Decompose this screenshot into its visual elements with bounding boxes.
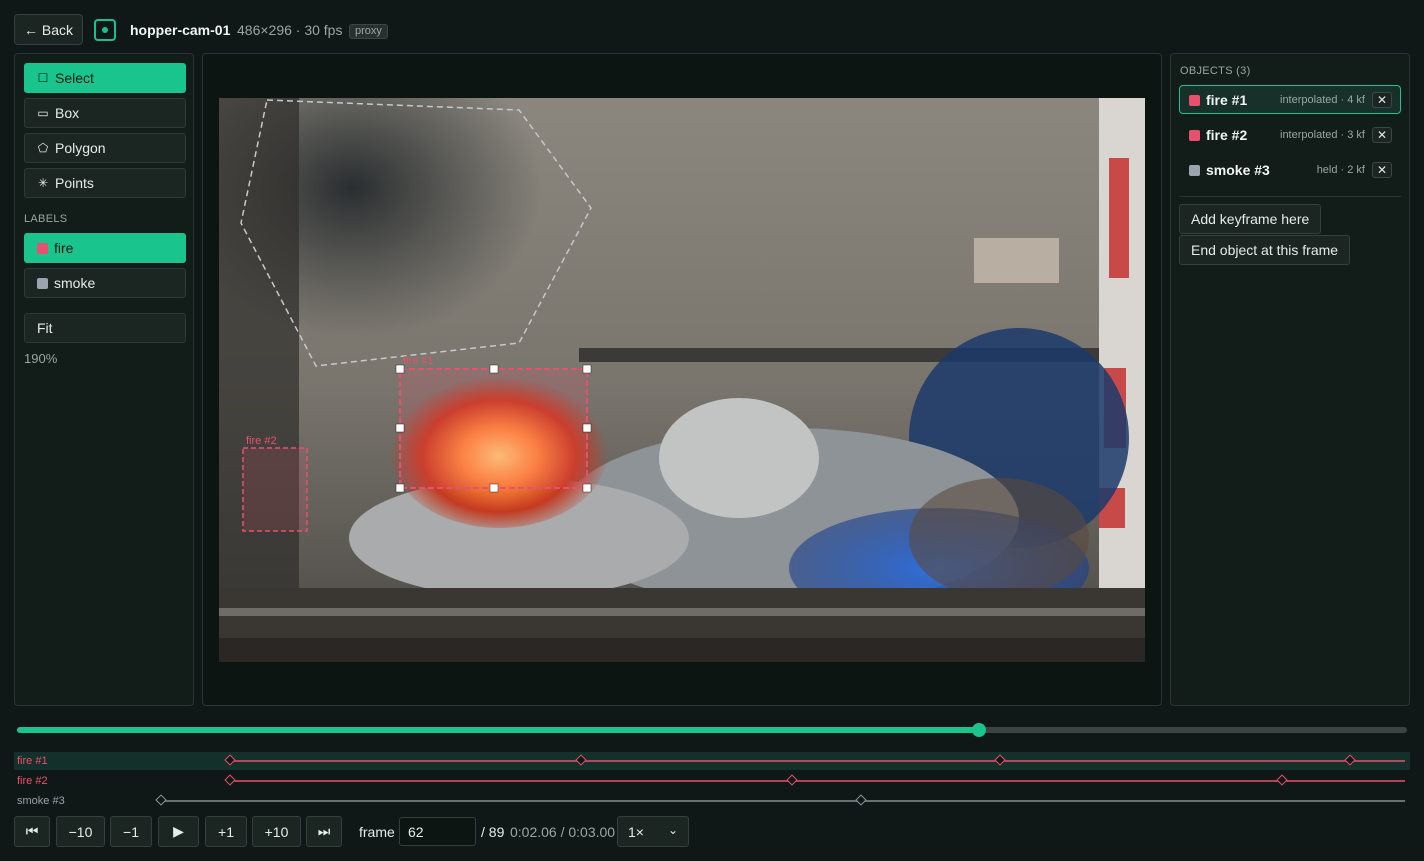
track-label: smoke #3 [17,795,65,807]
top-bar: ← Back hopper-cam-01 486×296 · 30 fps pr… [0,0,1424,50]
keyframe-marker[interactable] [575,754,587,766]
label-name: fire [54,240,74,256]
keyframe-marker[interactable] [855,794,868,806]
back-button[interactable]: ← Back [14,14,83,45]
back-1-button[interactable]: −1 [110,816,152,847]
asterisk-icon: ✳ [37,176,49,190]
video-frame-image: fire #2 fire #1 [219,98,1145,662]
fire-color-swatch [1189,130,1200,141]
keyframe-marker[interactable] [224,754,237,766]
fire-color-swatch [37,242,48,254]
video-title: hopper-cam-01 [130,22,231,38]
fire-2-canvas-label: fire #2 [246,435,277,447]
video-frame[interactable]: fire #2 fire #1 [219,98,1145,662]
canvas-panel: fire #2 fire #1 [202,53,1162,706]
speed-value: 1× [628,823,644,840]
frame-total: / 89 [481,824,505,840]
objects-panel: OBJECTS (3) fire #1 interpolated · 4 kf … [1170,53,1410,706]
track-line [230,780,1405,782]
keyframe-marker[interactable] [785,774,798,786]
track-line [160,800,1405,802]
timeline-scrubber[interactable] [17,723,1407,737]
tool-panel: ☐ Select ▭ Box ⬠ Polygon ✳ Points LABELS… [14,53,194,706]
points-tool-button[interactable]: ✳ Points [24,168,186,198]
square-select-icon: ☐ [37,71,49,85]
tool-label: Points [55,175,94,191]
fire-color-swatch [1189,95,1200,106]
frame-label: frame [359,824,395,840]
object-status: held · 2 kf [1316,164,1365,176]
fire-1-box-annotation[interactable] [399,368,588,489]
zoom-level: 190% [24,351,58,366]
smoke-color-swatch [37,277,48,289]
object-row-fire-2[interactable]: fire #2 interpolated · 3 kf ✕ [1179,120,1401,149]
forward-10-button[interactable]: +10 [252,816,301,847]
video-meta: 486×296 · 30 fps [237,22,343,38]
label-smoke-button[interactable]: smoke [24,268,186,298]
camera-focus-icon [94,19,116,41]
last-frame-button[interactable]: ⏭ [306,816,342,847]
object-status: interpolated · 3 kf [1280,129,1365,141]
track-label: fire #1 [17,755,48,767]
first-frame-button[interactable]: ⏮ [14,816,50,847]
label-name: smoke [54,275,96,291]
delete-object-button[interactable]: ✕ [1372,162,1392,178]
keyframe-marker[interactable] [154,794,167,806]
track-label: fire #2 [17,775,48,787]
tool-label: Select [55,70,94,86]
keyframe-marker[interactable] [224,774,237,786]
tool-label: Box [55,105,80,121]
time-readout: 0:02.06 / 0:03.00 [510,824,616,840]
add-keyframe-button[interactable]: Add keyframe here [1179,204,1322,234]
object-row-smoke-3[interactable]: smoke #3 held · 2 kf ✕ [1179,155,1401,184]
object-name: smoke #3 [1206,162,1270,178]
frame-input[interactable] [399,817,476,846]
delete-object-button[interactable]: ✕ [1372,127,1392,143]
end-object-button[interactable]: End object at this frame [1179,235,1351,265]
object-row-fire-1[interactable]: fire #1 interpolated · 4 kf ✕ [1179,85,1401,114]
fire-2-box-annotation[interactable] [242,447,308,532]
proxy-badge: proxy [349,24,388,39]
object-name: fire #1 [1206,92,1248,108]
label-fire-button[interactable]: fire [24,233,186,263]
polygon-tool-button[interactable]: ⬠ Polygon [24,133,186,163]
objects-header: OBJECTS (3) [1180,65,1251,77]
forward-1-button[interactable]: +1 [205,816,247,847]
keyframe-marker[interactable] [1275,774,1288,786]
keyframe-marker[interactable] [993,754,1006,766]
track-fire-1[interactable]: fire #1 [14,752,1410,770]
tool-label: Polygon [55,140,106,156]
fit-button[interactable]: Fit [24,313,186,343]
labels-header: LABELS [24,213,68,225]
track-line [230,760,1405,762]
playback-speed-select[interactable]: 1× ⌄ [617,816,689,847]
pentagon-icon: ⬠ [37,141,49,155]
object-name: fire #2 [1206,127,1248,143]
track-smoke-3[interactable]: smoke #3 [14,792,1410,810]
scrubber-progress [17,727,979,733]
box-tool-button[interactable]: ▭ Box [24,98,186,128]
divider [1179,196,1401,197]
back-10-button[interactable]: −10 [56,816,105,847]
play-button[interactable]: ▶ [158,816,199,847]
delete-object-button[interactable]: ✕ [1372,92,1392,108]
chevron-down-icon: ⌄ [667,823,678,837]
keyframe-marker[interactable] [1344,754,1356,766]
track-fire-2[interactable]: fire #2 [14,772,1410,790]
scrubber-handle[interactable] [971,723,986,737]
smoke-color-swatch [1189,165,1200,176]
object-status: interpolated · 4 kf [1280,94,1365,106]
rectangle-icon: ▭ [37,106,49,120]
select-tool-button[interactable]: ☐ Select [24,63,186,93]
fire-1-canvas-label: fire #1 [403,355,434,367]
